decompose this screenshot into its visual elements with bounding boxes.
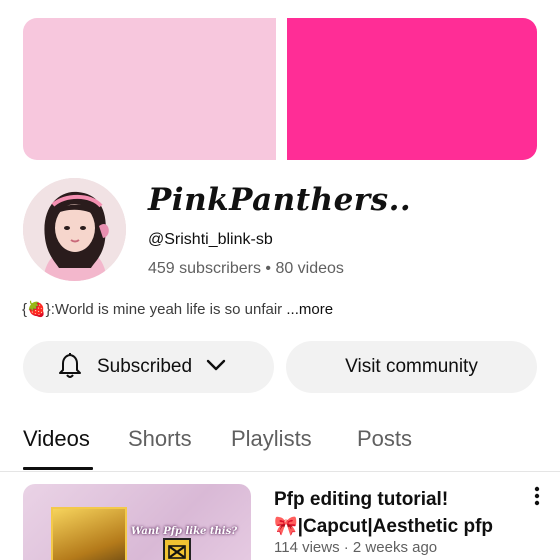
banner-right-panel bbox=[287, 18, 537, 160]
video-thumbnail[interactable]: Want Pfp like this? bbox=[23, 484, 251, 560]
more-vert-icon[interactable] bbox=[529, 486, 545, 508]
channel-name: PinkPanthers.. bbox=[148, 182, 412, 218]
subscribed-label: Subscribed bbox=[97, 356, 193, 377]
thumbnail-text: Want Pfp like this? bbox=[131, 526, 238, 537]
visit-community-label: Visit community bbox=[345, 356, 478, 377]
thumbnail-photo bbox=[51, 507, 127, 560]
more-link[interactable]: ...more bbox=[282, 301, 333, 318]
tab-shorts[interactable]: Shorts bbox=[128, 426, 192, 452]
channel-tabs: Videos Shorts Playlists Posts bbox=[0, 420, 560, 472]
video-title[interactable]: Pfp editing tutorial!🎀|Capcut|Aesthetic … bbox=[274, 486, 514, 540]
visit-community-button[interactable]: Visit community bbox=[286, 341, 537, 393]
tab-playlists[interactable]: Playlists bbox=[231, 426, 312, 452]
banner-left-panel bbox=[23, 18, 276, 160]
channel-handle: @Srishti_blink-sb bbox=[148, 231, 273, 248]
tab-videos[interactable]: Videos bbox=[23, 426, 90, 452]
active-tab-indicator bbox=[23, 467, 93, 470]
bell-icon bbox=[57, 351, 83, 384]
video-meta: 114 views · 2 weeks ago bbox=[274, 539, 438, 556]
channel-stats: 459 subscribers • 80 videos bbox=[148, 260, 344, 277]
chevron-down-icon bbox=[206, 358, 226, 377]
subscribed-button[interactable]: Subscribed bbox=[23, 341, 274, 393]
channel-description[interactable]: {🍓}:World is mine yeah life is so unfair… bbox=[22, 300, 333, 318]
banner-divider bbox=[276, 18, 287, 160]
tab-posts[interactable]: Posts bbox=[357, 426, 412, 452]
channel-avatar[interactable] bbox=[23, 178, 126, 281]
channel-banner bbox=[23, 18, 537, 160]
capcut-logo-icon bbox=[163, 538, 191, 560]
profile-photo-icon bbox=[23, 178, 126, 281]
description-text: {🍓}:World is mine yeah life is so unfair bbox=[22, 301, 283, 318]
